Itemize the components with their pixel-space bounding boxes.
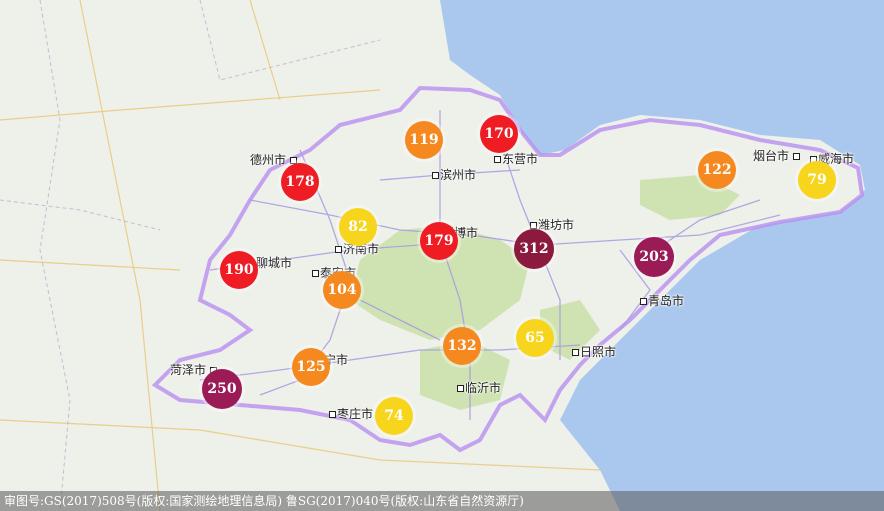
city-dot-jinan <box>335 246 342 253</box>
city-dot-qingdao <box>640 298 647 305</box>
aqi-marker-binzhou[interactable]: 119 <box>405 121 443 159</box>
aqi-marker-jining[interactable]: 125 <box>292 348 330 386</box>
aqi-marker-qingdao[interactable]: 203 <box>634 237 674 277</box>
aqi-marker-weihai[interactable]: 79 <box>798 161 836 199</box>
map-view[interactable]: 德州市滨州市东营市烟台市威海市济南市淄博市潍坊市聊城市泰安市青岛市日照市济宁市菏… <box>0 0 884 511</box>
city-dot-binzhou <box>432 172 439 179</box>
aqi-marker-heze[interactable]: 250 <box>202 369 242 409</box>
city-label-zaozhuang: 枣庄市 <box>337 407 374 421</box>
city-label-weifang: 潍坊市 <box>538 218 575 232</box>
aqi-marker-zibo[interactable]: 179 <box>420 222 458 260</box>
city-label-binzhou: 滨州市 <box>440 168 477 182</box>
city-dot-weifang <box>530 222 537 229</box>
city-dot-rizhao <box>572 349 579 356</box>
aqi-marker-rizhao[interactable]: 65 <box>516 319 554 357</box>
city-label-qingdao: 青岛市 <box>648 294 685 308</box>
city-label-dezhou: 德州市 <box>250 153 287 167</box>
aqi-marker-liaocheng[interactable]: 190 <box>220 251 258 289</box>
aqi-marker-dongying[interactable]: 170 <box>480 115 518 153</box>
aqi-marker-taian[interactable]: 104 <box>323 271 361 309</box>
aqi-marker-yantai[interactable]: 122 <box>698 151 736 189</box>
city-dot-zaozhuang <box>329 411 336 418</box>
aqi-marker-laiwu[interactable]: 132 <box>443 327 481 365</box>
aqi-marker-dezhou[interactable]: 178 <box>281 163 319 201</box>
aqi-marker-weifang[interactable]: 312 <box>514 229 554 269</box>
city-label-linyi: 临沂市 <box>465 381 502 395</box>
city-dot-yantai <box>793 153 800 160</box>
aqi-marker-jinan[interactable]: 82 <box>339 208 377 246</box>
city-label-yantai: 烟台市 <box>753 149 790 163</box>
city-label-dongying: 东营市 <box>502 152 539 166</box>
admin-lines <box>0 0 381 511</box>
aqi-marker-zaozhuang[interactable]: 74 <box>375 397 413 435</box>
city-label-liaocheng: 聊城市 <box>256 256 293 270</box>
city-label-rizhao: 日照市 <box>580 345 617 359</box>
city-dot-taian <box>312 270 319 277</box>
map-attribution: 审图号:GS(2017)508号(版权:国家测绘地理信息局) 鲁SG(2017)… <box>0 491 884 511</box>
city-label-heze: 菏泽市 <box>170 363 207 377</box>
city-dot-dongying <box>494 156 501 163</box>
city-dot-linyi <box>457 385 464 392</box>
